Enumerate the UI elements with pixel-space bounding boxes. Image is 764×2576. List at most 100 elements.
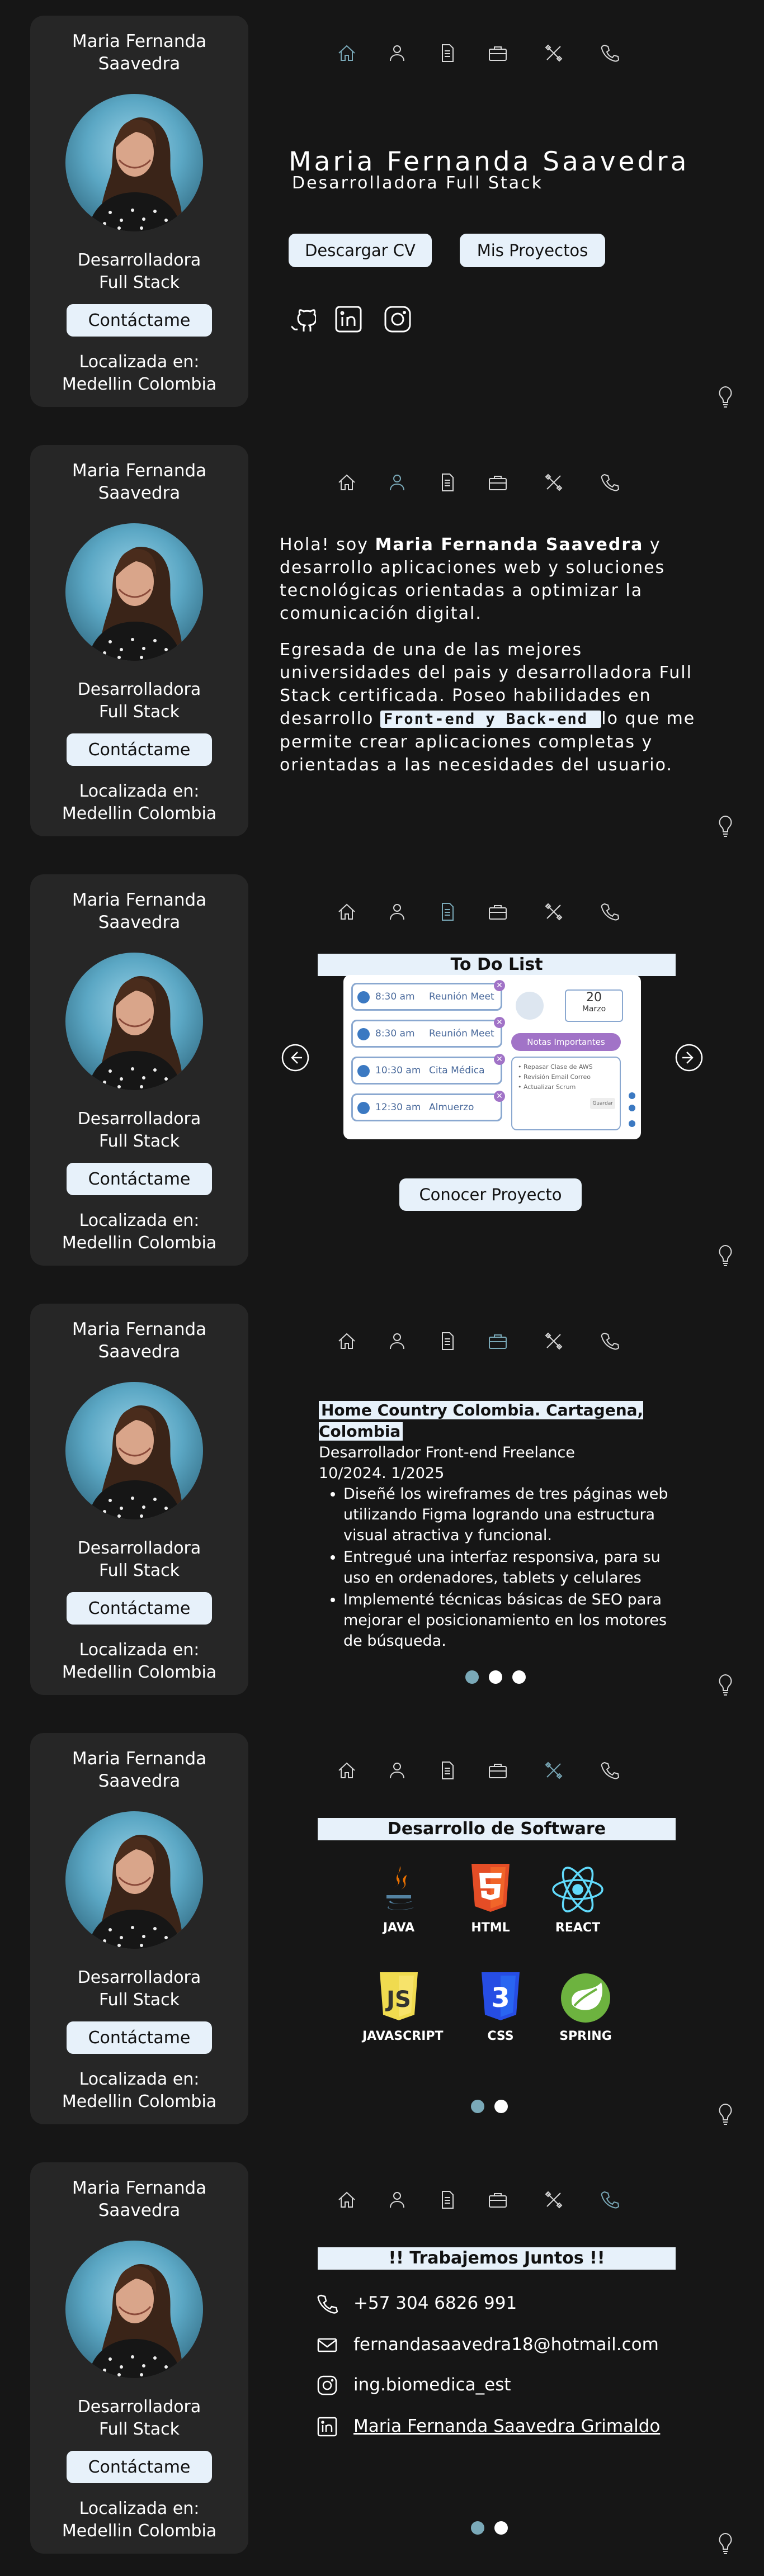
carousel-dot[interactable]	[465, 1670, 479, 1684]
top-nav	[330, 463, 643, 502]
user-icon[interactable]	[380, 463, 414, 502]
instagram-icon[interactable]	[381, 303, 414, 335]
profile-card: Maria Fernanda Saavedra Desarrolladora Ful…	[30, 1304, 248, 1695]
profile-location: Localizada en: Medellin Colombia	[62, 2070, 217, 2111]
avatar	[65, 2241, 203, 2378]
lightbulb-icon[interactable]	[717, 1244, 734, 1267]
carousel-dot[interactable]	[494, 2521, 508, 2535]
profile-name: Maria Fernanda Saavedra	[72, 1749, 207, 1791]
profile-location: Localizada en: Medellin Colombia	[62, 782, 217, 823]
linkedin-icon	[317, 2417, 337, 2437]
document-icon[interactable]	[431, 34, 464, 73]
top-nav	[330, 1322, 643, 1361]
user-icon[interactable]	[380, 34, 414, 73]
tools-icon[interactable]	[537, 892, 570, 931]
section-projects: Maria Fernanda Saavedra Desarrolladora Ful…	[0, 859, 764, 1288]
tools-icon[interactable]	[537, 463, 570, 502]
lightbulb-icon[interactable]	[717, 815, 734, 837]
carousel-dot[interactable]	[471, 2521, 484, 2535]
document-icon[interactable]	[431, 892, 464, 931]
view-project-button[interactable]: Conocer Proyecto	[399, 1178, 582, 1211]
document-icon[interactable]	[431, 463, 464, 502]
task-item: 10:30 am Cita Médica ✕	[351, 1054, 505, 1085]
tools-icon[interactable]	[537, 1751, 570, 1790]
document-icon[interactable]	[431, 2180, 464, 2219]
contact-button[interactable]: Contáctame	[67, 1592, 212, 1625]
arrow-right-icon[interactable]	[675, 1043, 704, 1072]
briefcase-icon[interactable]	[481, 2180, 515, 2219]
profile-card: Maria Fernanda Saavedra Desarrolladora Ful…	[30, 16, 248, 407]
carousel-dot[interactable]	[489, 1670, 502, 1684]
hero-role: Desarrolladora Full Stack	[292, 173, 544, 193]
profile-role: Desarrolladora Full Stack	[77, 1538, 201, 1580]
document-icon[interactable]	[431, 1751, 464, 1790]
tools-icon[interactable]	[537, 2180, 570, 2219]
profile-role: Desarrolladora Full Stack	[77, 250, 201, 292]
phone-icon[interactable]	[593, 1751, 626, 1790]
lightbulb-icon[interactable]	[717, 2103, 734, 2125]
lightbulb-icon[interactable]	[717, 2532, 734, 2555]
avatar	[65, 94, 203, 231]
contact-button[interactable]: Contáctame	[67, 2451, 212, 2483]
home-icon[interactable]	[330, 1322, 364, 1361]
home-icon[interactable]	[330, 2180, 364, 2219]
project-title: To Do List	[318, 954, 676, 976]
list-item: Diseñé los wireframes de tres páginas we…	[343, 1484, 682, 1546]
user-icon[interactable]	[380, 2180, 414, 2219]
download-cv-button[interactable]: Descargar CV	[289, 234, 432, 267]
home-icon[interactable]	[330, 34, 364, 73]
contact-button[interactable]: Contáctame	[67, 1163, 212, 1195]
javascript-logo: JS JAVASCRIPT	[362, 1970, 444, 2043]
contact-button[interactable]: Contáctame	[67, 733, 212, 766]
contact-title: !! Trabajemos Juntos !!	[318, 2247, 676, 2270]
section-experience: Maria Fernanda Saavedra Desarrolladora Ful…	[0, 1288, 764, 1717]
job-position: Desarrollador Front-end Freelance	[319, 1444, 575, 1461]
tools-icon[interactable]	[537, 1322, 570, 1361]
carousel-dot[interactable]	[494, 2100, 508, 2113]
phone-icon[interactable]	[593, 1322, 626, 1361]
list-item: Implementé técnicas básicas de SEO para …	[343, 1589, 682, 1651]
user-icon[interactable]	[380, 1751, 414, 1790]
briefcase-icon[interactable]	[481, 1322, 515, 1361]
briefcase-icon[interactable]	[481, 34, 515, 73]
user-icon[interactable]	[380, 1322, 414, 1361]
carousel-dot[interactable]	[512, 1670, 526, 1684]
briefcase-icon[interactable]	[481, 892, 515, 931]
experience-bullets: Diseñé los wireframes de tres páginas we…	[343, 1484, 682, 1651]
user-icon[interactable]	[380, 892, 414, 931]
document-icon[interactable]	[431, 1322, 464, 1361]
carousel-dot[interactable]	[471, 2100, 484, 2113]
avatar	[65, 1382, 203, 1519]
tools-icon[interactable]	[537, 34, 570, 73]
notes-list: • Repasar Clase de AWS • Revisión Email …	[511, 1057, 621, 1130]
section-contact: Maria Fernanda Saavedra Desarrolladora Ful…	[0, 2147, 764, 2576]
phone-icon[interactable]	[593, 463, 626, 502]
arrow-left-icon[interactable]	[281, 1043, 310, 1072]
home-icon[interactable]	[330, 892, 364, 931]
lightbulb-icon[interactable]	[717, 386, 734, 408]
list-item: Entregué una interfaz responsiva, para s…	[343, 1547, 682, 1588]
home-icon[interactable]	[330, 463, 364, 502]
profile-role: Desarrolladora Full Stack	[77, 2397, 201, 2439]
skills-title: Desarrollo de Software	[318, 1818, 676, 1840]
briefcase-icon[interactable]	[481, 1751, 515, 1790]
phone-icon[interactable]	[593, 34, 626, 73]
github-icon[interactable]	[285, 303, 318, 335]
profile-role: Desarrolladora Full Stack	[77, 680, 201, 722]
contact-button[interactable]: Contáctame	[67, 2021, 212, 2054]
phone-icon[interactable]	[593, 2180, 626, 2219]
linkedin-icon[interactable]	[332, 303, 365, 335]
task-item: 12:30 am Almuerzo ✕	[351, 1091, 505, 1121]
hero-name: Maria Fernanda Saavedra	[289, 146, 690, 177]
home-icon[interactable]	[330, 1751, 364, 1790]
lightbulb-icon[interactable]	[717, 1674, 734, 1696]
project-screenshot[interactable]: 8:30 am Reunión Meet ✕ 8:30 am Reunión Meet…	[343, 975, 641, 1139]
my-projects-button[interactable]: Mis Proyectos	[460, 234, 605, 267]
contact-button[interactable]: Contáctame	[67, 304, 212, 337]
phone-icon[interactable]	[593, 892, 626, 931]
profile-card: Maria Fernanda Saavedra Desarrolladora Ful…	[30, 445, 248, 836]
profile-card: Maria Fernanda Saavedra Desarrolladora Ful…	[30, 874, 248, 1266]
profile-name: Maria Fernanda Saavedra	[72, 461, 207, 503]
briefcase-icon[interactable]	[481, 463, 515, 502]
html-logo: HTML	[454, 1862, 527, 1935]
